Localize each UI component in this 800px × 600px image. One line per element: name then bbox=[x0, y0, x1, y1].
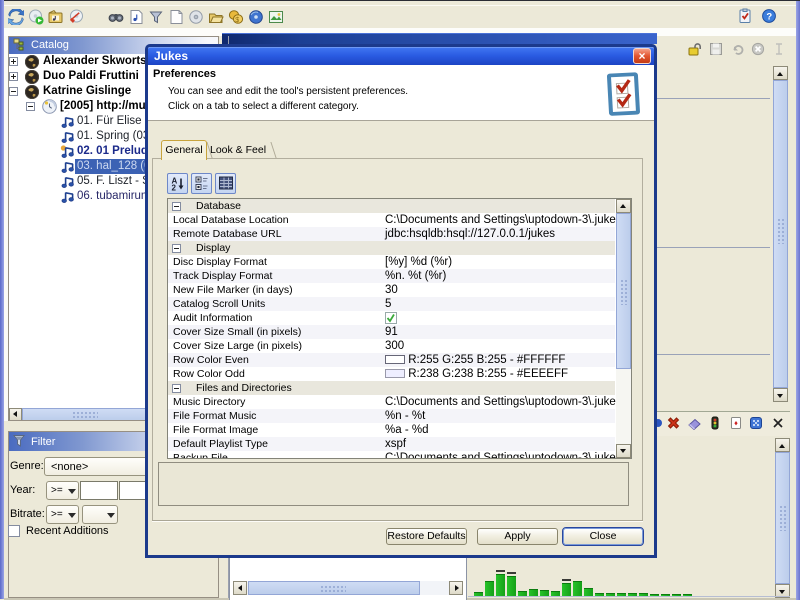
svg-text:?: ? bbox=[766, 11, 772, 22]
svg-text:$: $ bbox=[235, 17, 239, 24]
svg-text:2: 2 bbox=[172, 184, 177, 192]
